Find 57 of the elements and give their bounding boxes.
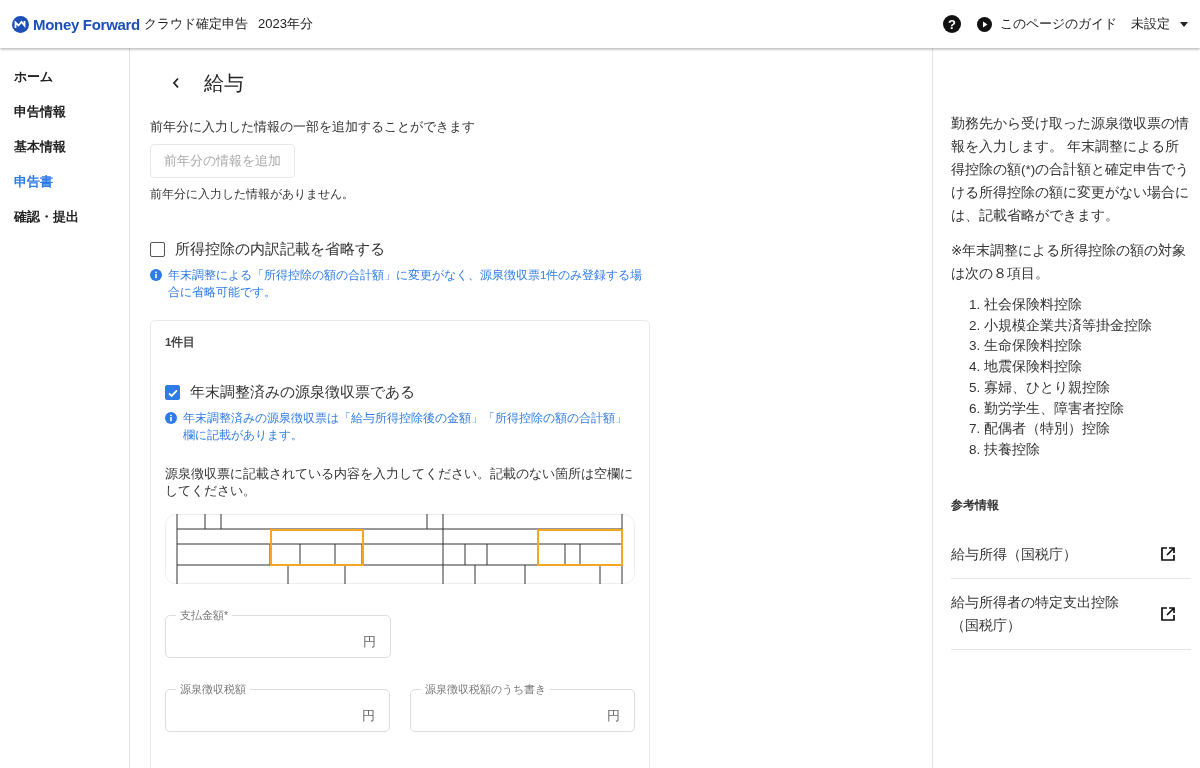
reference-heading: 参考情報 [951, 497, 1000, 513]
deduction-item: 勤労学生、障害者控除 [984, 399, 1125, 418]
unit-label: 円 [363, 633, 376, 651]
checkbox[interactable] [165, 385, 180, 400]
deduction-item: 配偶者（特別）控除 [984, 420, 1111, 439]
list-number: 2. [969, 316, 981, 335]
info-icon [165, 412, 177, 424]
user-menu[interactable]: 未設定 [1131, 15, 1170, 33]
unit-label: 円 [362, 707, 375, 725]
external-link-icon[interactable] [1161, 547, 1175, 562]
unit-label: 円 [607, 707, 620, 725]
list-number: 1. [969, 296, 981, 314]
list-number: 7. [969, 420, 981, 439]
play-icon[interactable] [977, 16, 992, 32]
reference-link[interactable]: 給与所得（国税庁） [951, 542, 1136, 566]
checkbox-label: 年末調整済みの源泉徴収票である [190, 383, 415, 402]
deduction-item: 小規模企業共済等掛金控除 [984, 316, 1153, 335]
deduction-item: 地震保険料控除 [984, 358, 1083, 377]
import-status: 前年分に入力した情報がありません。 [150, 187, 355, 202]
sidebar-item[interactable]: ホーム [0, 62, 67, 97]
logo-icon [12, 15, 29, 33]
sidebar-item[interactable]: 申告情報 [0, 97, 80, 132]
guide-link[interactable]: このページのガイド [1000, 15, 1117, 33]
list-number: 5. [969, 378, 981, 397]
help-intro: 勤務先から受け取った源泉徴収票の情報を入力します。 年末調整による所得控除の額(*)の合計額と確定申告でうける所得控除の額に変更がない場合には、記載省略ができます。 [951, 115, 1190, 225]
list-number: 4. [969, 358, 981, 377]
sidebar-item[interactable]: 基本情報 [0, 132, 80, 167]
external-link-icon[interactable] [1161, 606, 1175, 621]
import-note: 前年分に入力した情報の一部を追加することができます [150, 119, 476, 136]
info-icon [150, 269, 162, 281]
deduction-item: 生命保険料控除 [984, 337, 1083, 356]
tax-year: 2023年分 [257, 15, 313, 33]
hint-text: 年末調整済みの源泉徴収票は「給与所得控除後の金額」「所得控除の額の合計額」欄に記載があります。 [183, 411, 628, 443]
list-number: 6. [969, 399, 981, 418]
hint-text: 年末調整による「所得控除の額の合計額」に変更がなく、源泉徴収票1件のみ登録する場合に省略可能です。 [168, 268, 644, 300]
help-button[interactable]: ? [943, 15, 961, 33]
list-number: 3. [969, 337, 981, 356]
page-title: 給与 [204, 70, 244, 96]
instruction-text: 源泉徴収票に記載されている内容を入力してください。記載のない箇所は空欄にしてください。 [165, 466, 634, 500]
sidebar-item[interactable]: 確認・提出 [0, 202, 93, 237]
reference-link[interactable]: 給与所得者の特定支出控除（国税庁） [951, 590, 1136, 637]
product-name: クラウド確定申告 [143, 15, 248, 33]
brand-name: Money Forward [33, 15, 140, 33]
deduction-item: 社会保険料控除 [984, 296, 1083, 314]
caret-icon[interactable] [1180, 21, 1188, 27]
help-note: ※年末調整による所得控除の額の対象は次の８項目。 [951, 242, 1188, 283]
checkbox[interactable] [150, 242, 165, 257]
deduction-item: 扶養控除 [984, 440, 1041, 459]
checkbox-label: 所得控除の内訳記載を省略する [175, 240, 385, 259]
sidebar-item[interactable]: 申告書 [0, 167, 67, 202]
list-number: 8. [969, 440, 981, 459]
card-heading: 1件目 [165, 335, 197, 350]
amount-field[interactable]: 源泉徴収税額のうち書き 円 [410, 684, 635, 732]
amount-field[interactable]: 支払金額* 円 [165, 610, 391, 658]
back-icon[interactable] [172, 77, 180, 89]
deduction-item: 寡婦、ひとり親控除 [984, 378, 1111, 397]
amount-field[interactable]: 源泉徴収税額 円 [165, 684, 390, 732]
